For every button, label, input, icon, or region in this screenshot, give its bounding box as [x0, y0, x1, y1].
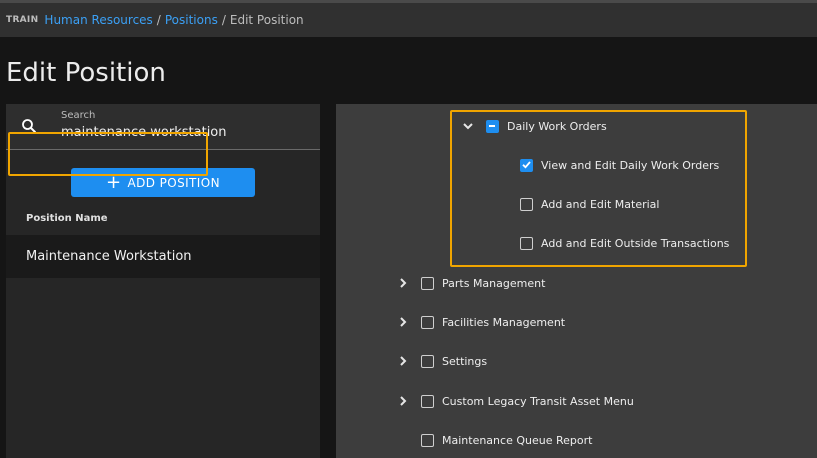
- permission-label: Parts Management: [442, 276, 546, 290]
- position-name: Maintenance Workstation: [26, 249, 192, 264]
- breadcrumb-link-human-resources[interactable]: Human Resources: [44, 13, 152, 27]
- search-label: Search: [61, 110, 96, 121]
- permission-label: Maintenance Queue Report: [442, 433, 593, 447]
- position-row[interactable]: Maintenance Workstation: [6, 235, 320, 278]
- breadcrumb-separator: /: [156, 13, 161, 27]
- plus-icon: +: [106, 171, 122, 193]
- highlight-box-permissions: [450, 110, 747, 267]
- column-header-position-name: Position Name: [26, 213, 108, 224]
- tree-row-parts-management: Parts Management: [395, 273, 545, 293]
- checkbox-custom-legacy-transit-asset-menu[interactable]: [421, 394, 434, 408]
- permission-label: Settings: [442, 354, 488, 368]
- checkbox-facilities-management[interactable]: [421, 315, 434, 329]
- permission-label: Facilities Management: [442, 315, 566, 329]
- checkbox-maintenance-queue-report[interactable]: [421, 433, 434, 447]
- highlight-box-position: [8, 132, 208, 176]
- chevron-right-icon[interactable]: [395, 353, 411, 369]
- breadcrumb-separator: /: [221, 13, 226, 27]
- breadcrumb: Human Resources / Positions / Edit Position: [44, 13, 303, 27]
- checkbox-parts-management[interactable]: [421, 276, 434, 290]
- add-position-label: ADD POSITION: [127, 175, 220, 190]
- chevron-right-icon[interactable]: [395, 393, 411, 409]
- breadcrumb-link-positions[interactable]: Positions: [165, 13, 218, 27]
- page-title: Edit Position: [6, 58, 166, 88]
- chevron-right-icon[interactable]: [395, 275, 411, 291]
- top-bar: TRAIN Human Resources / Positions / Edit Pos…: [0, 0, 817, 37]
- chevron-right-icon[interactable]: [395, 314, 411, 330]
- permission-label: Custom Legacy Transit Asset Menu: [442, 394, 634, 408]
- tree-row-maintenance-queue-report: Maintenance Queue Report: [411, 430, 592, 450]
- breadcrumb-current: Edit Position: [229, 13, 304, 27]
- checkbox-settings[interactable]: [421, 354, 434, 368]
- environment-badge: TRAIN: [6, 15, 39, 25]
- tree-row-custom-legacy-transit-asset-menu: Custom Legacy Transit Asset Menu: [395, 391, 634, 411]
- tree-row-facilities-management: Facilities Management: [395, 312, 565, 332]
- tree-row-settings: Settings: [395, 351, 487, 371]
